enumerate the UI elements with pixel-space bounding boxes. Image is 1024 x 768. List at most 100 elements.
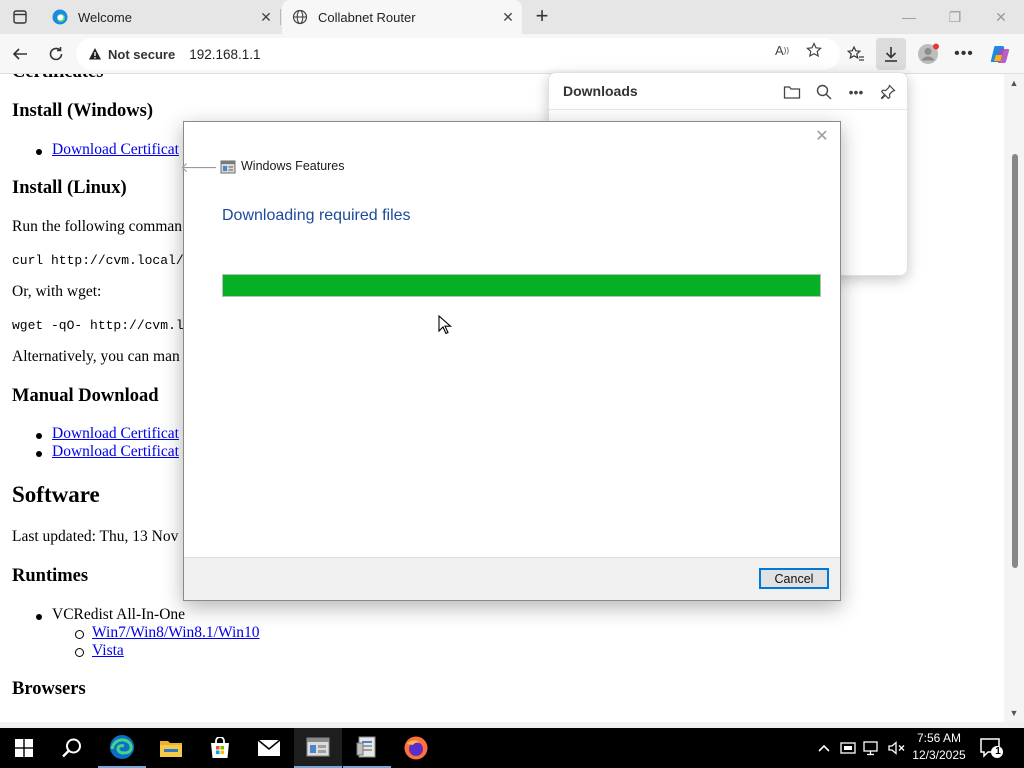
scroll-up-icon[interactable]: ▲ [1008, 78, 1020, 90]
list-item: Vista [75, 642, 124, 660]
volume-muted-icon[interactable] [886, 738, 906, 758]
taskbar-edge[interactable] [98, 728, 146, 768]
browser-tab-strip: Welcome ✕ Collabnet Router ✕ + — ❐ ✕ [0, 0, 1024, 34]
close-tab-icon[interactable]: ✕ [498, 7, 518, 27]
taskbar-store[interactable] [196, 728, 244, 768]
globe-icon [292, 9, 308, 25]
download-icon [885, 47, 897, 62]
tab-collabnet-router[interactable]: Collabnet Router ✕ [282, 0, 522, 34]
favorite-star-icon[interactable] [804, 42, 824, 58]
tab-actions-button[interactable] [8, 6, 32, 28]
plus-icon: + [535, 3, 549, 28]
browser-toolbar: Not secure 192.168.1.1 A)) ••• [0, 34, 1024, 74]
minimize-icon: — [902, 9, 916, 25]
control-panel-icon [356, 736, 376, 758]
vista-download-link[interactable]: Vista [92, 642, 124, 659]
code-wget: wget -qO- http://cvm.loc [12, 318, 200, 333]
address-bar[interactable]: Not secure 192.168.1.1 [76, 38, 840, 70]
arrow-left-icon: 🡐 [180, 158, 218, 175]
win7-download-link[interactable]: Win7/Win8/Win8.1/Win10 [92, 624, 260, 641]
taskbar: 7:56 AM 12/3/2025 1 [0, 728, 1024, 768]
restore-icon: ❐ [948, 8, 962, 25]
search-icon[interactable] [813, 81, 835, 103]
paragraph-alternatively: Alternatively, you can man [12, 348, 180, 365]
minimize-button[interactable]: — [894, 6, 924, 28]
windows-features-dialog: ✕ 🡐 Windows Features Downloading require… [180, 121, 841, 601]
pin-icon[interactable] [877, 81, 899, 103]
mouse-cursor-icon [438, 314, 452, 335]
list-item: Download Certificat [36, 425, 179, 443]
taskbar-file-explorer[interactable] [147, 728, 195, 768]
list-item: Win7/Win8/Win8.1/Win10 [75, 624, 260, 642]
vertical-scrollbar[interactable]: ▲ ▼ [1004, 74, 1024, 722]
refresh-icon [49, 47, 63, 61]
copilot-icon [990, 46, 1010, 63]
favorites-button[interactable] [842, 40, 870, 68]
heading-browsers: Browsers [12, 679, 86, 699]
settings-more-button[interactable]: ••• [950, 40, 978, 68]
store-icon [211, 737, 229, 758]
close-window-button[interactable]: ✕ [986, 6, 1016, 28]
read-aloud-icon[interactable]: A)) [772, 42, 792, 58]
downloads-button[interactable] [876, 38, 906, 70]
dialog-footer: Cancel [184, 557, 840, 600]
download-certificate-link[interactable]: Download Certificat [52, 443, 179, 460]
restore-button[interactable]: ❐ [940, 6, 970, 28]
close-icon: ✕ [995, 8, 1007, 25]
security-label[interactable]: Not secure [108, 47, 175, 62]
list-item: Download Certificat [36, 443, 179, 461]
new-tab-button[interactable]: + [530, 3, 554, 28]
heading-install-windows: Install (Windows) [12, 101, 154, 121]
open-folder-icon[interactable] [781, 81, 803, 103]
taskbar-mail[interactable] [245, 728, 293, 768]
mail-icon [257, 739, 281, 756]
paragraph-last-updated: Last updated: Thu, 13 Nov [12, 528, 179, 545]
notification-center-button[interactable]: 1 [978, 736, 1004, 760]
cancel-button[interactable]: Cancel [759, 568, 829, 589]
heading-runtimes: Runtimes [12, 566, 89, 586]
tray-app-icon[interactable] [838, 738, 858, 758]
scrollbar-thumb[interactable] [1012, 154, 1018, 568]
taskbar-control-panel[interactable] [343, 728, 391, 768]
dialog-close-button[interactable]: ✕ [812, 126, 832, 146]
progress-bar-fill [223, 275, 820, 296]
profile-button[interactable] [914, 40, 942, 68]
taskbar-clock[interactable]: 7:56 AM 12/3/2025 [905, 730, 973, 764]
search-icon [62, 738, 81, 758]
heading-install-linux: Install (Linux) [12, 178, 127, 198]
back-button[interactable] [6, 40, 34, 68]
list-item-vcredist: VCRedist All-In-One [35, 606, 186, 623]
scroll-down-icon[interactable]: ▼ [1008, 708, 1020, 720]
network-icon[interactable] [862, 738, 882, 758]
tab-divider [280, 9, 281, 25]
tab-welcome[interactable]: Welcome ✕ [44, 0, 280, 34]
more-options-icon[interactable]: ••• [845, 81, 867, 103]
download-certificate-link[interactable]: Download Certificat [52, 141, 179, 158]
url-text[interactable]: 192.168.1.1 [189, 47, 260, 62]
refresh-button[interactable] [42, 40, 70, 68]
edge-icon [110, 735, 134, 759]
file-explorer-icon [160, 741, 182, 757]
firefox-icon [404, 736, 428, 760]
dialog-title: Windows Features [241, 159, 345, 173]
start-icon [15, 739, 33, 757]
download-certificate-link[interactable]: Download Certificat [52, 425, 179, 442]
clock-time: 7:56 AM [916, 731, 962, 745]
show-hidden-icons-chevron-icon[interactable] [814, 738, 834, 758]
taskbar-windows-features[interactable] [294, 728, 342, 768]
partial-heading: Certificates [12, 74, 103, 83]
progress-bar [222, 274, 821, 297]
tab-title: Welcome [78, 9, 132, 25]
avatar-icon [918, 43, 939, 64]
notification-count: 1 [995, 746, 1001, 757]
start-button[interactable] [0, 728, 48, 768]
close-icon: ✕ [815, 128, 829, 145]
windows-features-icon [306, 737, 330, 757]
close-tab-icon[interactable]: ✕ [256, 7, 276, 27]
clock-date: 12/3/2025 [912, 748, 966, 762]
copilot-button[interactable] [986, 40, 1014, 68]
taskbar-firefox[interactable] [392, 728, 440, 768]
taskbar-search-button[interactable] [48, 728, 96, 768]
favorites-icon [847, 45, 864, 61]
dialog-back-button[interactable]: 🡐 [180, 158, 218, 176]
